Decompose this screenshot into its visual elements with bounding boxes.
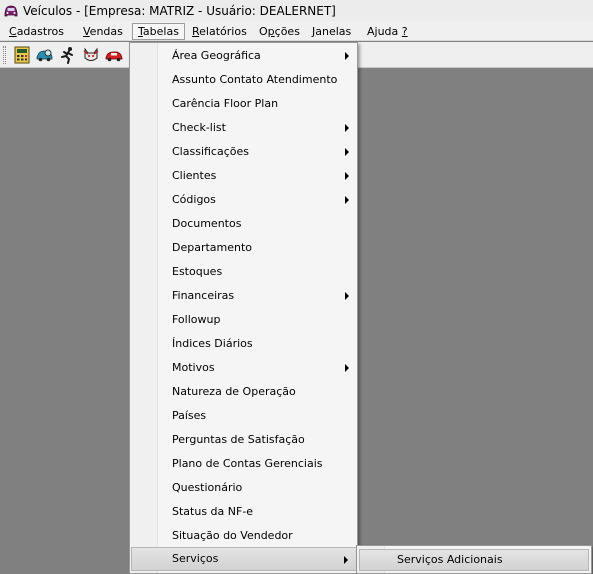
menu-item-label: Natureza de Operação [172,385,296,398]
menu-item-clientes[interactable]: Clientes [131,164,357,188]
menu-item-check-list[interactable]: Check-list [131,116,357,140]
menu-item-label: Serviços [172,552,219,565]
menu-janelas[interactable]: Janelas [307,23,356,40]
menu-item-label: Questionário [172,481,243,494]
menu-item-estoques[interactable]: Estoques [131,260,357,284]
menu-item-departamento[interactable]: Departamento [131,236,357,260]
submenu-item-label: Serviços Adicionais [397,553,503,566]
menu-item-natureza-de-operacao[interactable]: Natureza de Operação [131,380,357,404]
menu-item-label: Situação do Vendedor [172,529,293,542]
submenu-arrow-icon [345,292,349,300]
menu-cadastros[interactable]: Cadastros [4,23,69,40]
submenu-arrow-icon [345,52,349,60]
menu-item-plano-de-contas-gerenciais[interactable]: Plano de Contas Gerenciais [131,452,357,476]
menu-op-es[interactable]: Opções [254,23,305,40]
menu-item-codigos[interactable]: Códigos [131,188,357,212]
menu-tabelas[interactable]: Tabelas [132,23,185,40]
menu-item-status-da-nf-e[interactable]: Status da NF-e [131,500,357,524]
running-man-icon[interactable] [59,46,77,64]
title-bar: Veículos - [Empresa: MATRIZ - Usuário: D… [0,0,593,21]
menu-item-label: Documentos [172,217,242,230]
submenu-arrow-icon [345,148,349,156]
submenu-item-servicos-adicionais[interactable]: Serviços Adicionais [359,549,589,571]
menu-ajuda[interactable]: Ajuda ? [362,23,413,40]
menu-item-questionario[interactable]: Questionário [131,476,357,500]
calculator-icon[interactable] [13,46,31,64]
menu-item-label: Assunto Contato Atendimento [172,73,338,86]
menu-item-documentos[interactable]: Documentos [131,212,357,236]
menu-item-assunto-contato-atendimento[interactable]: Assunto Contato Atendimento [131,68,357,92]
tabelas-dropdown-menu: Área Geográfica Assunto Contato Atendimen… [129,42,358,574]
menu-item-label: Países [172,409,207,422]
car-app-icon [4,5,18,16]
submenu-arrow-icon [345,124,349,132]
menu-relat-rios[interactable]: Relatórios [187,23,252,40]
menu-item-label: Perguntas de Satisfação [172,433,305,446]
menu-item-label: Motivos [172,361,215,374]
menu-item-motivos[interactable]: Motivos [131,356,357,380]
menu-item-label: Check-list [172,121,226,134]
menu-item-servicos[interactable]: Serviços [131,547,357,571]
menu-item-label: Plano de Contas Gerenciais [172,457,323,470]
submenu-arrow-icon [345,196,349,204]
menu-item-situacao-do-vendedor[interactable]: Situação do Vendedor [131,524,357,548]
menu-item-label: Clientes [172,169,217,182]
menu-item-label: Índices Diários [172,337,253,350]
menu-bar: Cadastros Vendas Tabelas Relatórios Opções Ja… [0,21,593,41]
menu-item-classificacoes[interactable]: Classificações [131,140,357,164]
menu-item-label: Área Geográfica [172,49,261,62]
menu-item-label: Departamento [172,241,253,254]
menu-item-indices-diarios[interactable]: Índices Diários [131,332,357,356]
menu-item-label: Estoques [172,265,223,278]
menu-item-label: Códigos [172,193,216,206]
submenu-arrow-icon [344,556,348,564]
menu-item-followup[interactable]: Followup [131,308,357,332]
red-car-icon[interactable] [105,46,123,64]
menu-item-area-geografica[interactable]: Área Geográfica [131,44,357,68]
menu-item-perguntas-de-satisfacao[interactable]: Perguntas de Satisfação [131,428,357,452]
menu-item-label: Followup [172,313,221,326]
window-title: Veículos - [Empresa: MATRIZ - Usuário: D… [23,3,336,18]
cat-icon[interactable] [82,46,100,64]
menu-item-label: Carência Floor Plan [172,97,279,110]
submenu-arrow-icon [345,364,349,372]
menu-item-financeiras[interactable]: Financeiras [131,284,357,308]
servicos-submenu: Serviços Adicionais [356,545,592,574]
menu-item-paises[interactable]: Países [131,404,357,428]
toolbar-grip[interactable] [3,46,6,64]
menu-item-label: Status da NF-e [172,505,254,518]
submenu-arrow-icon [345,172,349,180]
menu-item-label: Financeiras [172,289,235,302]
menu-item-carencia-floor-plan[interactable]: Carência Floor Plan [131,92,357,116]
car-search-icon[interactable] [36,46,54,64]
menu-item-label: Classificações [172,145,249,158]
menu-vendas[interactable]: Vendas [78,23,128,40]
